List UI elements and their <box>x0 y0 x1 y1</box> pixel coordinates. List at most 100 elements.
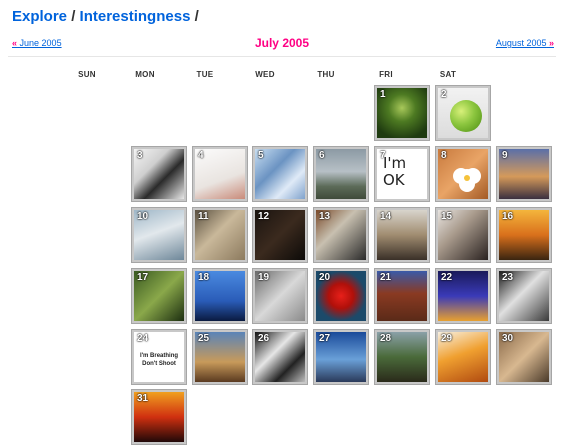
day-number: 4 <box>198 150 204 161</box>
photo-thumbnail[interactable]: 14 <box>377 210 427 260</box>
breadcrumb-explore-link[interactable]: Explore <box>12 8 67 25</box>
photo-thumbnail[interactable]: 20 <box>316 271 366 321</box>
photo-thumbnail[interactable]: I'm OK 7 <box>377 149 427 199</box>
photo-thumbnail[interactable]: 27 <box>316 332 366 382</box>
calendar-day-cell[interactable]: 21 <box>374 268 430 324</box>
calendar-day-cell[interactable]: 3 <box>131 146 187 202</box>
photo-thumbnail[interactable]: 9 <box>499 149 549 199</box>
breadcrumb: Explore / Interestingness / <box>12 8 199 25</box>
calendar-day-cell[interactable]: 16 <box>496 207 552 263</box>
photo-thumbnail[interactable]: 29 <box>438 332 488 382</box>
calendar-day-cell[interactable]: 18 <box>192 268 248 324</box>
photo-thumbnail[interactable]: I'm Breathing Don't Shoot 24 <box>134 332 184 382</box>
photo-thumbnail[interactable]: 15 <box>438 210 488 260</box>
photo-thumbnail[interactable]: 19 <box>255 271 305 321</box>
day-number: 3 <box>137 150 143 161</box>
calendar-day-cell[interactable]: 19 <box>252 268 308 324</box>
photo-thumbnail[interactable]: 13 <box>316 210 366 260</box>
calendar-day-cell[interactable]: 27 <box>313 329 369 385</box>
calendar-day-cell[interactable]: 25 <box>192 329 248 385</box>
next-month-label: August 2005 <box>495 38 547 48</box>
calendar-day-cell[interactable]: 11 <box>192 207 248 263</box>
day-number: 30 <box>502 333 514 344</box>
weekday-label: SUN <box>78 70 96 79</box>
day-number: 1 <box>380 89 386 100</box>
day-number: 13 <box>319 211 331 222</box>
calendar-day-cell[interactable]: 5 <box>252 146 308 202</box>
photo-thumbnail[interactable]: 28 <box>377 332 427 382</box>
calendar-day-cell[interactable]: 17 <box>131 268 187 324</box>
photo-thumbnail[interactable]: 22 <box>438 271 488 321</box>
day-number: 12 <box>258 211 270 222</box>
calendar-day-cell[interactable]: 22 <box>435 268 491 324</box>
photo-thumbnail[interactable]: 8 <box>438 149 488 199</box>
calendar-day-cell[interactable]: 30 <box>496 329 552 385</box>
calendar-day-cell[interactable]: 1 <box>374 85 430 141</box>
weekday-label: SAT <box>439 70 457 79</box>
photo-thumbnail[interactable]: 2 <box>438 88 488 138</box>
photo-caption-text: I'm OK <box>383 154 407 189</box>
day-number: 28 <box>380 333 392 344</box>
current-month-title: July 2005 <box>254 36 310 50</box>
month-navigation: « June 2005 July 2005 August 2005 » <box>8 32 556 57</box>
photo-thumbnail[interactable]: 5 <box>255 149 305 199</box>
next-month-link[interactable]: August 2005 » <box>496 38 554 48</box>
weekday-label: TUE <box>196 70 214 79</box>
calendar-day-cell[interactable]: 29 <box>435 329 491 385</box>
day-number: 14 <box>380 211 392 222</box>
photo-thumbnail[interactable]: 3 <box>134 149 184 199</box>
calendar-day-cell[interactable]: 26 <box>252 329 308 385</box>
photo-thumbnail[interactable]: 26 <box>255 332 305 382</box>
photo-caption-text: I'm Breathing Don't Shoot <box>139 353 179 367</box>
photo-thumbnail[interactable]: 4 <box>195 149 245 199</box>
calendar-day-cell[interactable]: 2 <box>435 85 491 141</box>
next-arrow-icon: » <box>548 38 554 48</box>
photo-thumbnail[interactable]: 6 <box>316 149 366 199</box>
day-number: 24 <box>137 333 149 344</box>
calendar-day-cell[interactable]: I'm OK 7 <box>374 146 430 202</box>
day-number: 5 <box>258 150 264 161</box>
day-number: 16 <box>502 211 514 222</box>
calendar-day-cell[interactable]: I'm Breathing Don't Shoot 24 <box>131 329 187 385</box>
day-number: 29 <box>441 333 453 344</box>
photo-thumbnail[interactable]: 23 <box>499 271 549 321</box>
calendar-day-cell[interactable]: 10 <box>131 207 187 263</box>
day-number: 26 <box>258 333 270 344</box>
green-ball-graphic <box>450 100 482 132</box>
calendar-day-cell[interactable]: 23 <box>496 268 552 324</box>
day-number: 6 <box>319 150 325 161</box>
calendar-day-cell[interactable]: 6 <box>313 146 369 202</box>
photo-thumbnail[interactable]: 25 <box>195 332 245 382</box>
weekday-label: THU <box>317 70 335 79</box>
photo-thumbnail[interactable]: 10 <box>134 210 184 260</box>
photo-thumbnail[interactable]: 21 <box>377 271 427 321</box>
photo-thumbnail[interactable]: 12 <box>255 210 305 260</box>
flower-graphic <box>458 169 476 187</box>
day-number: 8 <box>441 150 447 161</box>
photo-thumbnail[interactable]: 17 <box>134 271 184 321</box>
calendar-day-cell[interactable]: 9 <box>496 146 552 202</box>
calendar-day-cell[interactable]: 4 <box>192 146 248 202</box>
photo-thumbnail[interactable]: 16 <box>499 210 549 260</box>
calendar-day-cell[interactable]: 31 <box>131 389 187 445</box>
photo-thumbnail[interactable]: 18 <box>195 271 245 321</box>
calendar-day-cell[interactable]: 28 <box>374 329 430 385</box>
calendar-day-cell[interactable]: 13 <box>313 207 369 263</box>
calendar-day-cell[interactable]: 12 <box>252 207 308 263</box>
photo-thumbnail[interactable]: 1 <box>377 88 427 138</box>
day-number: 27 <box>319 333 331 344</box>
day-number: 2 <box>441 89 447 100</box>
calendar-day-cell[interactable]: 20 <box>313 268 369 324</box>
day-number: 23 <box>502 272 514 283</box>
breadcrumb-interestingness-link[interactable]: Interestingness <box>80 8 191 25</box>
calendar-day-cell[interactable]: 15 <box>435 207 491 263</box>
calendar-day-cell[interactable]: 14 <box>374 207 430 263</box>
day-number: 18 <box>198 272 210 283</box>
photo-thumbnail[interactable]: 11 <box>195 210 245 260</box>
calendar-day-cell[interactable]: 8 <box>435 146 491 202</box>
day-number: 10 <box>137 211 149 222</box>
day-number: 20 <box>319 272 331 283</box>
photo-thumbnail[interactable]: 31 <box>134 392 184 442</box>
weekday-label: FRI <box>379 70 393 79</box>
photo-thumbnail[interactable]: 30 <box>499 332 549 382</box>
